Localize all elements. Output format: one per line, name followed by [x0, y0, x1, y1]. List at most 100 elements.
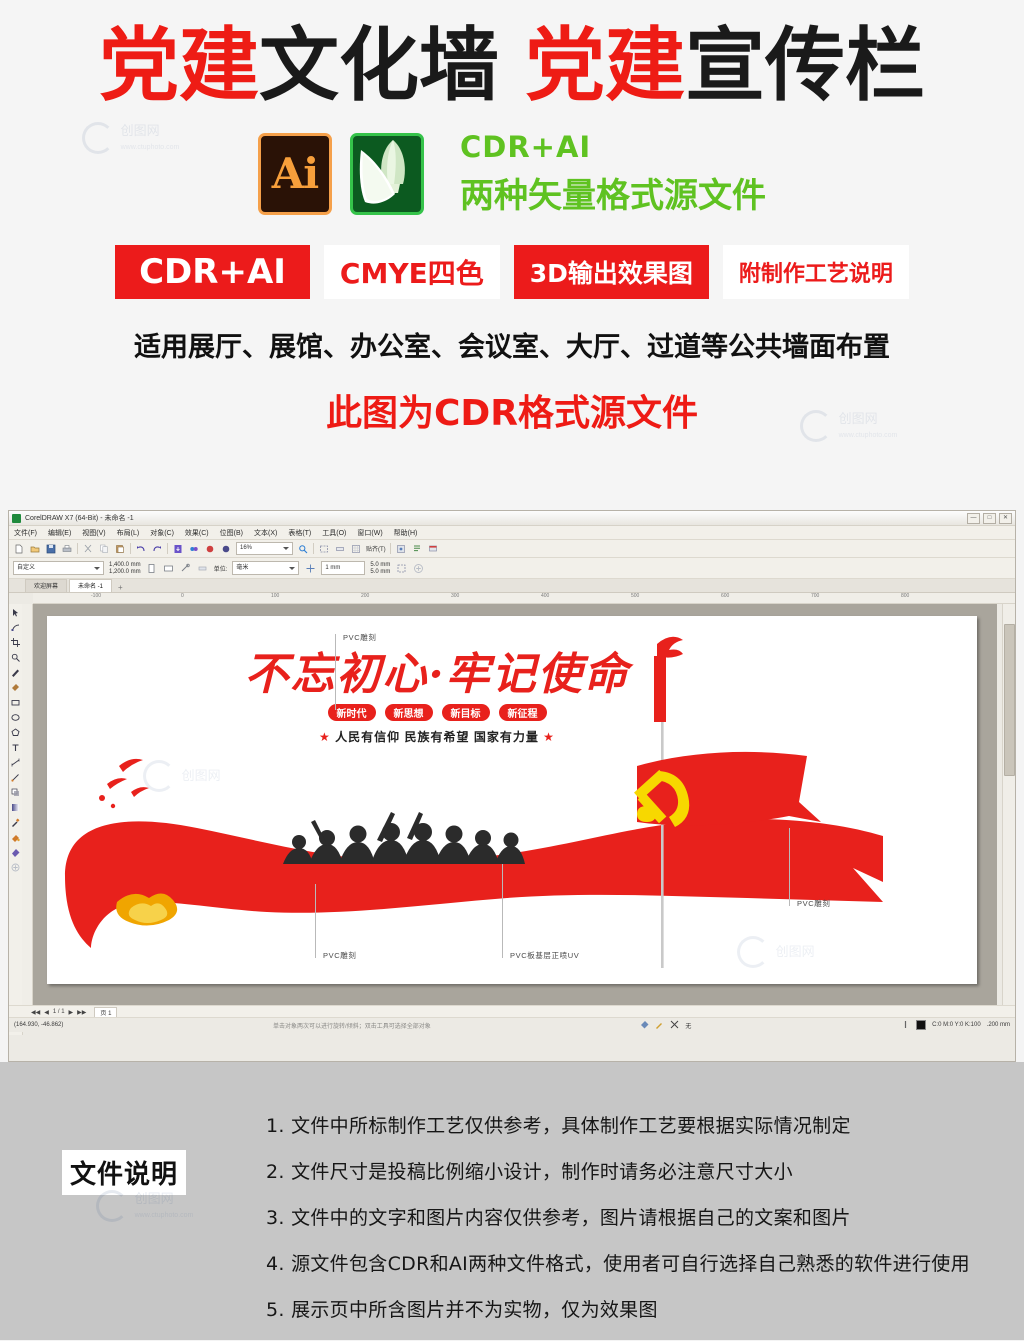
new-icon[interactable] — [13, 543, 25, 555]
show-rulers-icon[interactable] — [334, 543, 346, 555]
zoom-icon[interactable] — [297, 543, 309, 555]
nudge-icon[interactable] — [304, 562, 316, 574]
pill-new-goal[interactable]: 新目标 — [441, 704, 490, 721]
gold-cloud-ornament — [116, 893, 178, 926]
fill-color-icon[interactable] — [640, 1020, 649, 1031]
copy-icon[interactable] — [98, 543, 110, 555]
snap-to-label[interactable]: 贴齐(T) — [366, 544, 386, 553]
menu-item-help[interactable]: 帮助(H) — [394, 528, 418, 538]
all-pages-icon[interactable] — [180, 562, 192, 574]
add-page-icon[interactable] — [412, 562, 424, 574]
current-page-icon[interactable] — [197, 562, 209, 574]
toolbar-separator — [313, 543, 314, 554]
pill-new-thought[interactable]: 新思想 — [384, 704, 433, 721]
text-tool-icon[interactable] — [11, 742, 21, 752]
pill-new-journey[interactable]: 新征程 — [498, 704, 547, 721]
last-page-button[interactable]: ▶▶ — [77, 1009, 86, 1016]
page-tab-1[interactable]: 页 1 — [94, 1006, 118, 1018]
polygon-tool-icon[interactable] — [11, 727, 21, 737]
ellipse-tool-icon[interactable] — [11, 712, 21, 722]
smart-fill-tool-icon[interactable] — [11, 682, 21, 692]
page-preset-combo[interactable]: 自定义 — [13, 561, 104, 575]
no-fill-icon[interactable] — [670, 1020, 679, 1031]
vertical-scroll-thumb[interactable] — [1004, 624, 1015, 776]
mesh-fill-icon[interactable] — [11, 847, 21, 857]
menu-item-layout[interactable]: 布局(L) — [117, 528, 140, 538]
fullscreen-preview-icon[interactable] — [318, 543, 330, 555]
tab-untitled-1[interactable]: 未命名 -1 — [69, 579, 113, 592]
artwork[interactable]: 不忘初心·牢记使命 新时代 新思想 新目标 新征程 ★ 人民有信仰 民族有希望 … — [47, 616, 977, 984]
outline-pen-icon[interactable] — [655, 1020, 664, 1031]
parallel-dimension-tool-icon[interactable] — [11, 757, 21, 767]
menu-item-tools[interactable]: 工具(O) — [322, 528, 346, 538]
landscape-orientation-icon[interactable] — [163, 562, 175, 574]
rectangle-tool-icon[interactable] — [11, 697, 21, 707]
portrait-orientation-icon[interactable] — [146, 562, 158, 574]
duplicate-offset-x[interactable]: 5.0 mm — [370, 562, 390, 568]
drawing-canvas[interactable]: 不忘初心·牢记使命 新时代 新思想 新目标 新征程 ★ 人民有信仰 民族有希望 … — [33, 604, 997, 1006]
cut-icon[interactable] — [82, 543, 94, 555]
crowd-silhouette — [283, 812, 525, 864]
object-manager-icon[interactable] — [411, 543, 423, 555]
menu-item-bitmaps[interactable]: 位图(B) — [220, 528, 243, 538]
import-icon[interactable] — [172, 543, 184, 555]
menu-item-text[interactable]: 文本(X) — [254, 528, 277, 538]
horizontal-ruler[interactable]: -100 0 100 200 300 400 500 600 700 800 — [33, 593, 1015, 604]
tab-welcome-screen[interactable]: 欢迎屏幕 — [25, 579, 68, 592]
transparency-tool-icon[interactable] — [11, 802, 21, 812]
color-eyedropper-icon[interactable] — [11, 817, 21, 827]
menu-item-table[interactable]: 表格(T) — [288, 528, 311, 538]
artwork-main-title[interactable]: 不忘初心·牢记使命 — [157, 638, 717, 702]
prev-page-button[interactable]: ◀ — [44, 1009, 49, 1016]
menu-item-view[interactable]: 视图(V) — [82, 528, 105, 538]
duplicate-offset-y[interactable]: 5.0 mm — [370, 569, 390, 575]
maximize-button[interactable]: □ — [983, 512, 996, 524]
artwork-slogan[interactable]: 人民有信仰 民族有希望 国家有力量 — [335, 730, 539, 744]
application-launcher-icon[interactable] — [220, 543, 232, 555]
toolbar-separator — [130, 543, 131, 554]
nudge-field[interactable]: 1 mm — [321, 561, 366, 575]
menu-item-object[interactable]: 对象(C) — [150, 528, 174, 538]
ruler-tick: 600 — [721, 593, 730, 599]
undo-icon[interactable] — [135, 543, 147, 555]
menu-item-window[interactable]: 窗口(W) — [357, 528, 382, 538]
window-titlebar[interactable]: CorelDRAW X7 (64-Bit) - 未命名 -1 — □ ✕ — [9, 511, 1015, 526]
treat-as-filled-icon[interactable] — [395, 562, 407, 574]
menu-item-effects[interactable]: 效果(C) — [185, 528, 209, 538]
menu-item-edit[interactable]: 编辑(E) — [48, 528, 71, 538]
smart-drawing-icon[interactable] — [11, 862, 21, 872]
save-icon[interactable] — [45, 543, 57, 555]
document-page[interactable]: 不忘初心·牢记使命 新时代 新思想 新目标 新征程 ★ 人民有信仰 民族有希望 … — [47, 616, 977, 984]
open-icon[interactable] — [29, 543, 41, 555]
application-menu-icon[interactable] — [427, 543, 439, 555]
freehand-tool-icon[interactable] — [11, 667, 21, 677]
zoom-level-combo[interactable]: 16% — [236, 542, 293, 555]
outline-color-swatch[interactable] — [916, 1020, 927, 1030]
zoom-tool-icon[interactable] — [11, 652, 21, 662]
publish-pdf-icon[interactable] — [204, 543, 216, 555]
options-icon[interactable] — [395, 543, 407, 555]
crop-tool-icon[interactable] — [11, 637, 21, 647]
add-tab-button[interactable]: + — [114, 583, 127, 592]
page-width-field[interactable]: 1,400.0 mm — [109, 562, 141, 568]
show-grid-icon[interactable] — [350, 543, 362, 555]
redo-icon[interactable] — [151, 543, 163, 555]
export-icon[interactable] — [188, 543, 200, 555]
menu-item-file[interactable]: 文件(F) — [14, 528, 37, 538]
first-page-button[interactable]: ◀◀ — [31, 1009, 40, 1016]
units-combo[interactable]: 毫米 — [232, 561, 300, 575]
drop-shadow-tool-icon[interactable] — [11, 787, 21, 797]
paste-icon[interactable] — [114, 543, 126, 555]
minimize-button[interactable]: — — [967, 512, 980, 524]
print-icon[interactable] — [61, 543, 73, 555]
vertical-scrollbar[interactable] — [1002, 604, 1015, 1006]
straight-line-connector-icon[interactable] — [11, 772, 21, 782]
fill-status-label: 无 — [685, 1023, 692, 1030]
vertical-ruler[interactable] — [22, 604, 33, 1032]
close-button[interactable]: ✕ — [999, 512, 1012, 524]
interactive-fill-icon[interactable] — [11, 832, 21, 842]
page-height-field[interactable]: 1,200.0 mm — [109, 569, 141, 575]
pick-tool-icon[interactable] — [11, 607, 21, 617]
next-page-button[interactable]: ▶ — [69, 1009, 74, 1016]
shape-tool-icon[interactable] — [11, 622, 21, 632]
